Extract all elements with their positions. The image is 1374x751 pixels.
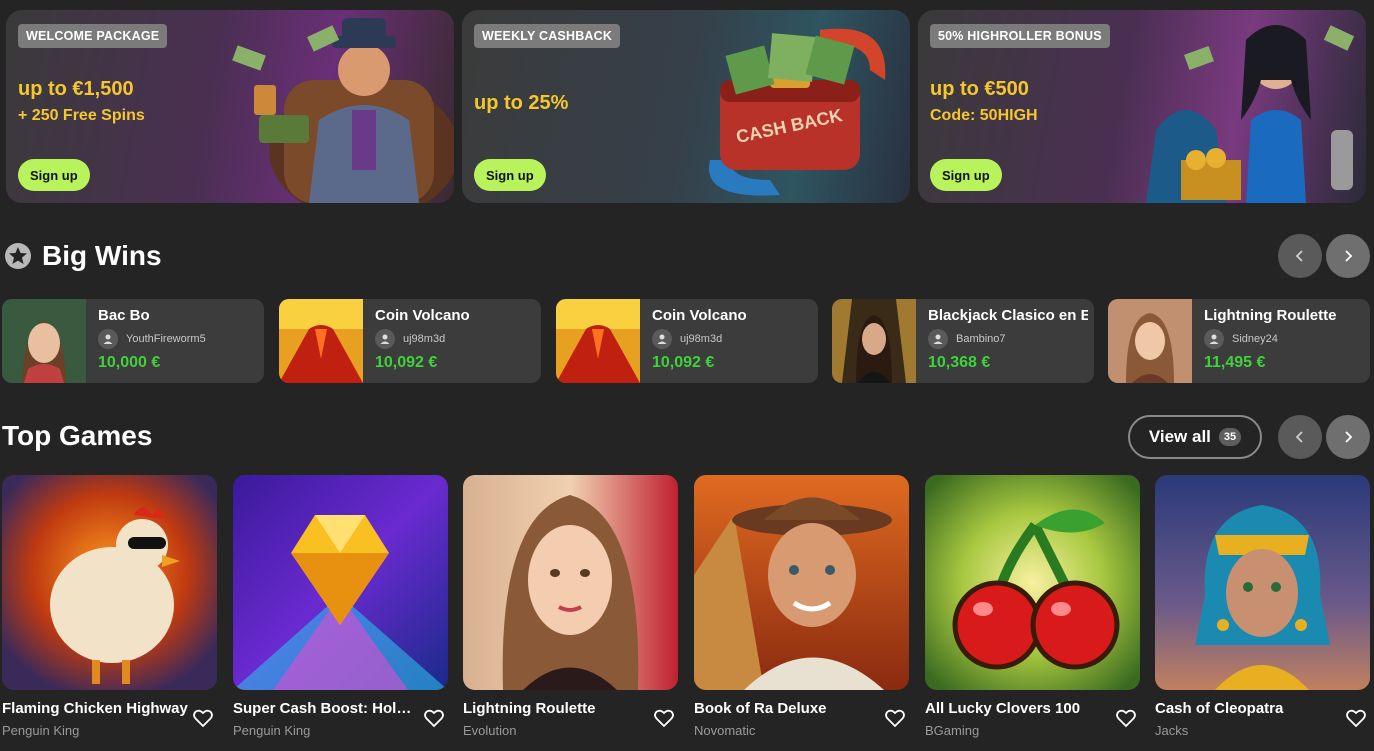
view-all-count-badge: 35 bbox=[1218, 428, 1242, 446]
game-provider: Jacks bbox=[1155, 723, 1189, 738]
game-card[interactable]: All Lucky Clovers 100 BGaming bbox=[925, 475, 1140, 738]
game-provider: Penguin King bbox=[233, 723, 311, 738]
star-icon bbox=[5, 243, 31, 269]
game-title: Lightning Roulette bbox=[463, 700, 596, 717]
win-user: Bambino7 bbox=[928, 329, 1006, 349]
win-amount: 11,495 € bbox=[1204, 354, 1266, 371]
promo-tag: WEEKLY CASHBACK bbox=[474, 24, 621, 48]
heart-icon[interactable] bbox=[423, 707, 445, 729]
user-icon bbox=[375, 329, 395, 349]
game-title: Flaming Chicken Highway bbox=[2, 700, 188, 717]
game-thumbnail bbox=[832, 299, 916, 383]
promo-weekly-cashback[interactable]: CASH BACK WEEKLY CASHBACK up to 25% Sign… bbox=[462, 10, 910, 203]
user-icon bbox=[1204, 329, 1224, 349]
user-icon bbox=[652, 329, 672, 349]
game-card[interactable]: Cash of Cleopatra Jacks bbox=[1155, 475, 1370, 738]
win-game-name: Blackjack Clasico en E bbox=[928, 307, 1088, 324]
win-amount: 10,000 € bbox=[98, 354, 161, 371]
win-amount: 10,092 € bbox=[652, 354, 715, 371]
big-win-card[interactable]: Lightning Roulette Sidney24 11,495 € bbox=[1108, 299, 1370, 383]
game-title: All Lucky Clovers 100 bbox=[925, 700, 1081, 717]
promo-tag: 50% HIGHROLLER BONUS bbox=[930, 24, 1110, 48]
win-game-name: Lightning Roulette bbox=[1204, 307, 1337, 324]
game-card[interactable]: Lightning Roulette Evolution bbox=[463, 475, 678, 738]
big-wins-heading: Big Wins bbox=[4, 240, 162, 272]
game-thumbnail bbox=[1108, 299, 1192, 383]
top-games-heading: Top Games bbox=[2, 420, 152, 452]
top-games-prev-button[interactable] bbox=[1278, 415, 1322, 459]
win-amount: 10,092 € bbox=[375, 354, 438, 371]
win-amount: 10,368 € bbox=[928, 354, 991, 371]
promo-headline: up to €500 bbox=[930, 78, 1029, 100]
win-username: uj98m3d bbox=[680, 333, 723, 345]
win-username: Bambino7 bbox=[956, 333, 1006, 345]
chevron-right-icon bbox=[1345, 250, 1353, 262]
game-cover bbox=[694, 475, 909, 690]
game-title: Super Cash Boost: Hold and Win bbox=[233, 700, 419, 717]
promo-tag: WELCOME PACKAGE bbox=[18, 24, 168, 48]
game-card[interactable]: Super Cash Boost: Hold and Win Penguin K… bbox=[233, 475, 448, 738]
game-title: Cash of Cleopatra bbox=[1155, 700, 1284, 717]
sign-up-button[interactable]: Sign up bbox=[18, 159, 90, 191]
win-user: YouthFireworm5 bbox=[98, 329, 206, 349]
win-game-name: Coin Volcano bbox=[652, 307, 747, 324]
big-win-card[interactable]: Bac Bo YouthFireworm5 10,000 € bbox=[2, 299, 264, 383]
promo-banners: WELCOME PACKAGE up to €1,500 + 250 Free … bbox=[6, 10, 1366, 203]
chevron-right-icon bbox=[1345, 431, 1353, 443]
win-user: Sidney24 bbox=[1204, 329, 1278, 349]
win-username: uj98m3d bbox=[403, 333, 446, 345]
game-card[interactable]: Flaming Chicken Highway Penguin King bbox=[2, 475, 217, 738]
game-title: Book of Ra Deluxe bbox=[694, 700, 827, 717]
chevron-left-icon bbox=[1295, 250, 1303, 262]
user-icon bbox=[98, 329, 118, 349]
promo-subtext: Code: 50HIGH bbox=[930, 107, 1038, 124]
game-thumbnail bbox=[556, 299, 640, 383]
win-game-name: Coin Volcano bbox=[375, 307, 470, 324]
game-cover bbox=[233, 475, 448, 690]
game-thumbnail bbox=[279, 299, 363, 383]
win-username: YouthFireworm5 bbox=[126, 333, 206, 345]
heart-icon[interactable] bbox=[1345, 707, 1367, 729]
game-cover bbox=[463, 475, 678, 690]
win-username: Sidney24 bbox=[1232, 333, 1278, 345]
game-provider: Novomatic bbox=[694, 723, 756, 738]
game-cover bbox=[925, 475, 1140, 690]
heart-icon[interactable] bbox=[884, 707, 906, 729]
heart-icon[interactable] bbox=[653, 707, 675, 729]
sign-up-button[interactable]: Sign up bbox=[930, 159, 1002, 191]
big-win-card[interactable]: Coin Volcano uj98m3d 10,092 € bbox=[556, 299, 818, 383]
win-user: uj98m3d bbox=[652, 329, 722, 349]
game-card[interactable]: Book of Ra Deluxe Novomatic bbox=[694, 475, 909, 738]
win-user: uj98m3d bbox=[375, 329, 445, 349]
lady-illustration bbox=[1146, 25, 1355, 203]
view-all-label: View all bbox=[1148, 427, 1211, 446]
promo-headline: up to 25% bbox=[474, 92, 569, 114]
game-thumbnail bbox=[2, 299, 86, 383]
view-all-button[interactable]: View all 35 bbox=[1128, 415, 1262, 459]
cashback-briefcase-illustration: CASH BACK bbox=[708, 28, 886, 196]
heart-icon[interactable] bbox=[1115, 707, 1137, 729]
promo-subtext: + 250 Free Spins bbox=[18, 107, 145, 124]
chevron-left-icon bbox=[1295, 431, 1303, 443]
game-provider: BGaming bbox=[925, 723, 980, 738]
user-icon bbox=[928, 329, 948, 349]
sign-up-button[interactable]: Sign up bbox=[474, 159, 546, 191]
win-game-name: Bac Bo bbox=[98, 307, 150, 324]
promo-headline: up to €1,500 bbox=[18, 78, 134, 100]
big-wins-title: Big Wins bbox=[42, 240, 162, 271]
game-provider: Penguin King bbox=[2, 723, 80, 738]
promo-highroller-bonus[interactable]: 50% HIGHROLLER BONUS up to €500 Code: 50… bbox=[918, 10, 1366, 203]
big-wins-next-button[interactable] bbox=[1326, 234, 1370, 278]
game-cover bbox=[1155, 475, 1370, 690]
game-cover bbox=[2, 475, 217, 690]
promo-welcome-package[interactable]: WELCOME PACKAGE up to €1,500 + 250 Free … bbox=[6, 10, 454, 203]
heart-icon[interactable] bbox=[192, 707, 214, 729]
big-wins-prev-button[interactable] bbox=[1278, 234, 1322, 278]
big-win-card[interactable]: Blackjack Clasico en E Bambino7 10,368 € bbox=[832, 299, 1094, 383]
top-games-next-button[interactable] bbox=[1326, 415, 1370, 459]
top-games-title: Top Games bbox=[2, 420, 153, 451]
game-provider: Evolution bbox=[463, 723, 517, 738]
gangster-illustration bbox=[232, 18, 454, 203]
big-win-card[interactable]: Coin Volcano uj98m3d 10,092 € bbox=[279, 299, 541, 383]
